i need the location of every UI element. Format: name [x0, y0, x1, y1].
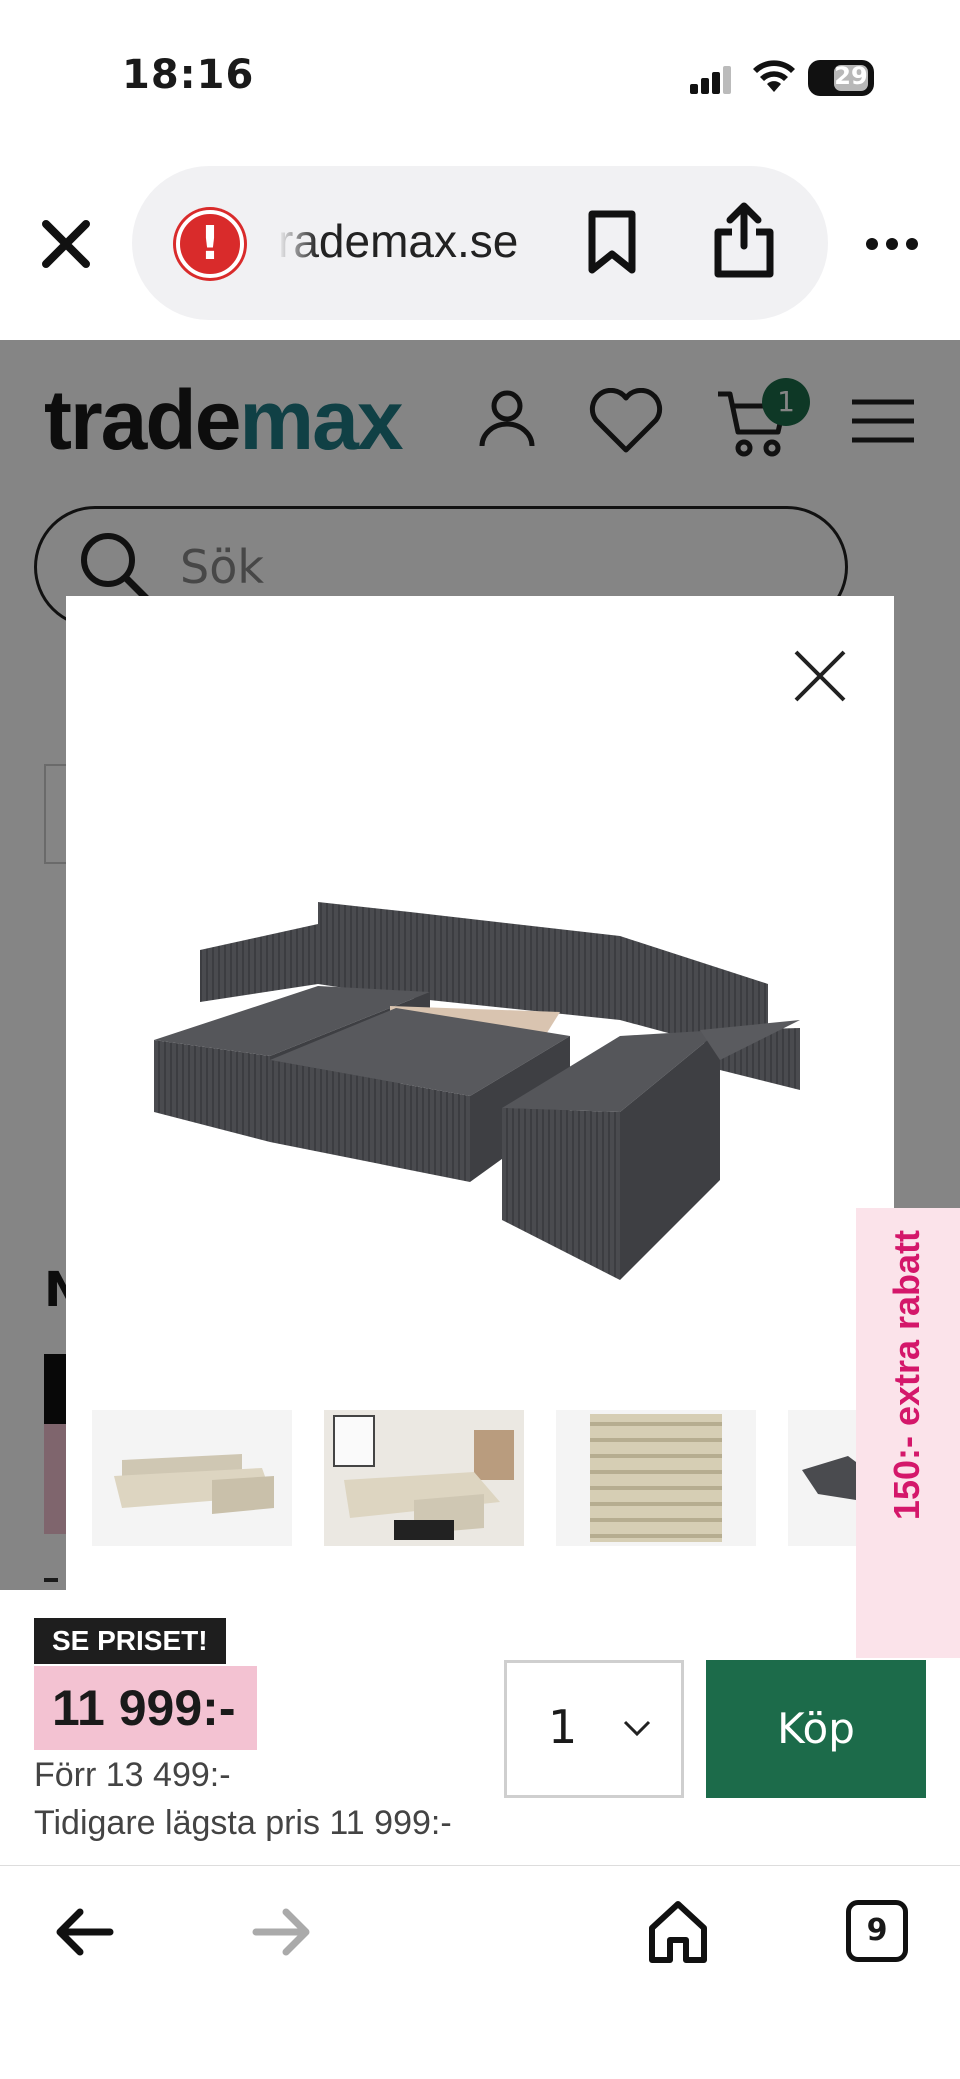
forward-arrow-icon[interactable] — [252, 1906, 312, 1958]
share-icon[interactable] — [712, 200, 776, 280]
more-options-icon[interactable] — [862, 228, 922, 258]
thumbnail-fabric-closeup[interactable] — [556, 1410, 756, 1546]
wifi-icon — [753, 60, 795, 92]
price-badge: SE PRISET! — [34, 1618, 226, 1664]
thumbnail-sofa-room[interactable] — [324, 1410, 524, 1546]
thumbnail-sofa-beige[interactable] — [92, 1410, 292, 1546]
lowest-price-info: Tidigare lägsta pris 11 999:- — [34, 1804, 452, 1842]
quantity-value: 1 — [548, 1700, 578, 1754]
sofa-product-image — [154, 902, 800, 1280]
sofa-grey-image — [788, 1410, 856, 1546]
url-text[interactable]: rademax.se — [278, 214, 548, 268]
bookmark-icon[interactable] — [584, 210, 640, 274]
security-warning-icon[interactable] — [176, 210, 244, 278]
thumbnail-sofa-grey[interactable] — [788, 1410, 856, 1546]
buy-button[interactable]: Köp — [706, 1660, 926, 1798]
chevron-down-icon — [623, 1720, 651, 1737]
previous-price: Förr 13 499:- — [34, 1756, 231, 1794]
battery-level: 29 — [834, 62, 868, 90]
close-icon[interactable] — [790, 646, 850, 706]
sofa-beige-image — [92, 1410, 292, 1546]
fabric-closeup-image — [556, 1410, 756, 1546]
status-bar: 18:16 29 — [0, 0, 960, 150]
browser-bottom-toolbar — [0, 1865, 960, 2079]
home-icon[interactable] — [646, 1898, 710, 1964]
back-arrow-icon[interactable] — [54, 1906, 114, 1958]
close-icon[interactable] — [38, 216, 94, 272]
extra-discount-label: 150:- extra rabatt — [886, 1229, 927, 1521]
tabs-count-button[interactable]: 9 — [846, 1900, 908, 1962]
status-time: 18:16 — [122, 52, 255, 98]
battery-icon: 29 — [808, 60, 874, 96]
current-price: 11 999:- — [34, 1666, 258, 1750]
sofa-room-image — [324, 1410, 524, 1546]
cellular-signal-icon — [690, 64, 734, 94]
quantity-select[interactable] — [504, 1660, 684, 1798]
